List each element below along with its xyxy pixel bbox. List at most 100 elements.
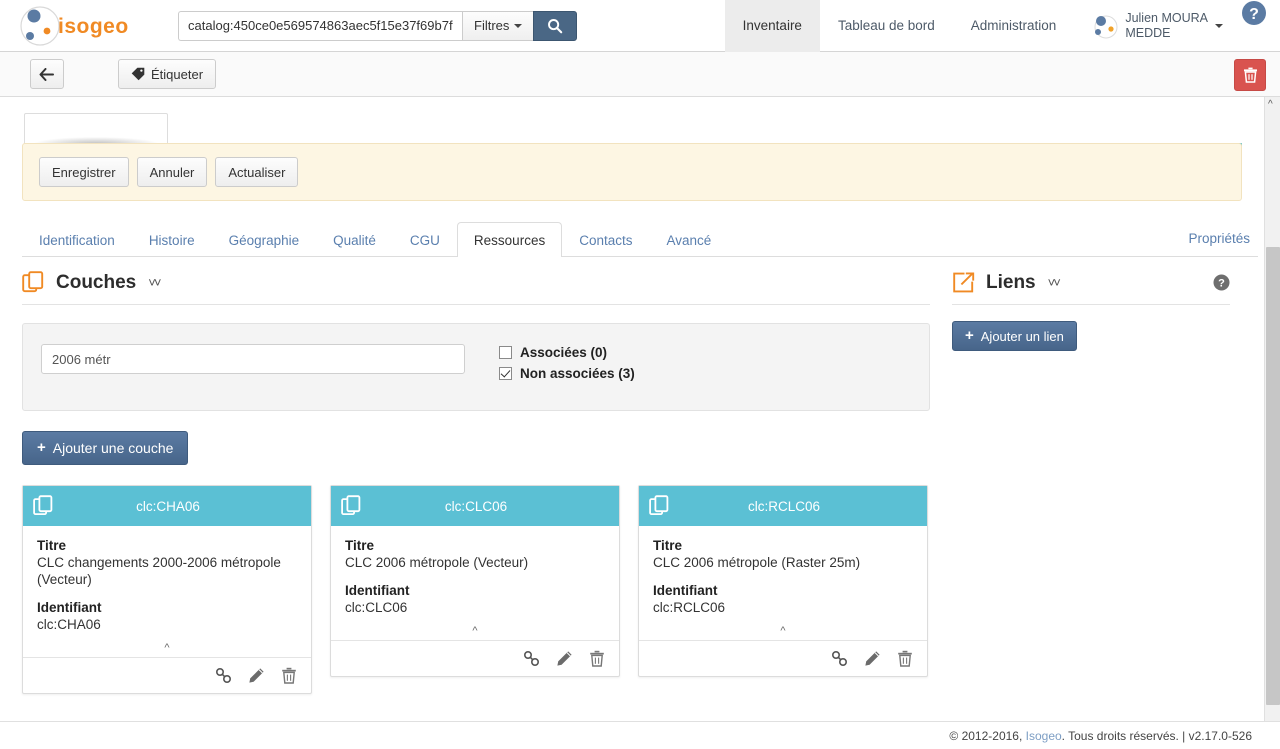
- chevron-down-icon: [514, 23, 523, 28]
- page-footer: © 2012-2016, Isogeo. Tous droits réservé…: [0, 721, 1280, 749]
- ressources-content: Couches ˅˅ Associées (0) Non associées (…: [0, 270, 1280, 694]
- footer-text: © 2012-2016, Isogeo. Tous droits réservé…: [949, 729, 1280, 743]
- add-link-label: Ajouter un lien: [980, 328, 1064, 344]
- cancel-button[interactable]: Annuler: [136, 157, 208, 187]
- action-bar: Étiqueter: [0, 52, 1280, 97]
- edit-pencil-icon[interactable]: [556, 650, 573, 667]
- svg-text:isogeo: isogeo: [58, 15, 129, 38]
- back-button[interactable]: [30, 59, 64, 89]
- couches-section-header: Couches ˅˅: [22, 270, 930, 305]
- layer-card[interactable]: clc:CLC06 Titre CLC 2006 métropole (Vect…: [330, 485, 620, 677]
- filters-button[interactable]: Filtres: [462, 10, 534, 41]
- layer-card-id-header: clc:RCLC06: [747, 498, 821, 514]
- tab-cgu[interactable]: CGU: [393, 222, 457, 257]
- search-group: Filtres: [178, 10, 578, 41]
- checkbox-non-associees[interactable]: Non associées (3): [499, 366, 635, 381]
- checkbox-non-associees-label: Non associées (3): [520, 366, 635, 381]
- help-icon[interactable]: ?: [1213, 274, 1230, 291]
- layer-card-actions: [331, 640, 619, 676]
- avatar: [1090, 11, 1119, 40]
- nav-item-administration[interactable]: Administration: [953, 0, 1075, 52]
- tab-identification[interactable]: Identification: [22, 222, 132, 257]
- layer-card-title-field: Titre CLC changements 2000-2006 métropol…: [37, 538, 297, 588]
- tag-icon: [131, 67, 145, 81]
- liens-title: Liens: [986, 271, 1036, 293]
- checkbox-non-associees-box[interactable]: [499, 367, 512, 380]
- footer-rights: . Tous droits réservés. | v2.17.0-526: [1061, 728, 1252, 743]
- footer-brand-link[interactable]: Isogeo: [1026, 729, 1062, 743]
- tab-qualite[interactable]: Qualité: [316, 222, 393, 257]
- layer-card-identifier-value: clc:CHA06: [37, 617, 101, 632]
- refresh-button[interactable]: Actualiser: [215, 157, 299, 187]
- scroll-up-arrow-icon[interactable]: ^: [1268, 99, 1273, 110]
- user-name: Julien MOURA MEDDE: [1125, 11, 1208, 41]
- tab-avance[interactable]: Avancé: [649, 222, 728, 257]
- help-icon[interactable]: ?: [1241, 0, 1267, 26]
- add-layer-label: Ajouter une couche: [52, 440, 174, 456]
- vertical-scrollbar-thumb[interactable]: [1266, 247, 1280, 705]
- trash-icon[interactable]: [281, 667, 297, 684]
- add-layer-button[interactable]: + Ajouter une couche: [22, 431, 189, 465]
- layer-card-collapse-toggle[interactable]: ^: [639, 618, 927, 640]
- checkbox-associees[interactable]: Associées (0): [499, 345, 635, 360]
- delete-metadata-button[interactable]: [1234, 59, 1266, 91]
- edit-pencil-icon[interactable]: [864, 650, 881, 667]
- layer-card[interactable]: clc:CHA06 Titre CLC changements 2000-200…: [22, 485, 312, 694]
- tab-cgu-label: CGU: [409, 233, 440, 248]
- etiqueter-button[interactable]: Étiqueter: [118, 59, 217, 89]
- search-input[interactable]: [178, 10, 462, 41]
- layer-card-collapse-toggle[interactable]: ^: [23, 635, 311, 657]
- isogeo-logo[interactable]: isogeo: [0, 0, 170, 52]
- edit-pencil-icon[interactable]: [248, 667, 265, 684]
- chevron-down-icon: [1215, 23, 1223, 28]
- trash-icon[interactable]: [589, 650, 605, 667]
- chevron-double-down-icon[interactable]: ˅˅: [148, 275, 161, 290]
- link-icon[interactable]: [215, 667, 232, 684]
- layer-card[interactable]: clc:RCLC06 Titre CLC 2006 métropole (Ras…: [638, 485, 928, 677]
- save-button-label: Enregistrer: [52, 164, 116, 180]
- proprietes-link[interactable]: Propriétés: [1172, 221, 1258, 256]
- link-icon[interactable]: [831, 650, 848, 667]
- add-link-button[interactable]: + Ajouter un lien: [952, 321, 1077, 351]
- checkbox-associees-box[interactable]: [499, 346, 512, 359]
- layers-icon: [33, 495, 53, 515]
- link-icon[interactable]: [523, 650, 540, 667]
- nav-item-tableau-de-bord[interactable]: Tableau de bord: [820, 0, 953, 52]
- vertical-scrollbar[interactable]: ^: [1264, 97, 1280, 749]
- tab-histoire-label: Histoire: [148, 233, 195, 248]
- nav-item-administration-label: Administration: [970, 18, 1057, 33]
- arrow-left-icon: [39, 67, 54, 81]
- tab-contacts[interactable]: Contacts: [562, 222, 649, 257]
- couches-filter-input[interactable]: [41, 344, 465, 374]
- field-label-identifiant: Identifiant: [653, 583, 718, 598]
- trash-icon[interactable]: [897, 650, 913, 667]
- plus-icon: +: [37, 438, 46, 456]
- user-menu[interactable]: Julien MOURA MEDDE: [1074, 0, 1229, 52]
- filters-button-label: Filtres: [474, 18, 510, 33]
- layer-card-id-header: clc:CHA06: [136, 498, 200, 514]
- layer-card-collapse-toggle[interactable]: ^: [331, 618, 619, 640]
- layer-card-identifier-value: clc:RCLC06: [653, 600, 726, 615]
- tab-histoire[interactable]: Histoire: [132, 222, 212, 257]
- save-button[interactable]: Enregistrer: [39, 157, 129, 187]
- layers-icon: [22, 270, 44, 292]
- layer-card-body: Titre CLC 2006 métropole (Raster 25m) Id…: [639, 526, 927, 618]
- trash-icon: [1243, 67, 1257, 83]
- top-bar: isogeo Filtres Inventaire Tableau de bor…: [0, 0, 1280, 52]
- tab-geographie-label: Géographie: [228, 233, 300, 248]
- field-label-identifiant: Identifiant: [37, 600, 102, 615]
- tab-ressources[interactable]: Ressources: [456, 222, 563, 257]
- field-label-titre: Titre: [37, 538, 67, 553]
- tab-qualite-label: Qualité: [333, 233, 376, 248]
- nav-item-tableau-de-bord-label: Tableau de bord: [837, 18, 935, 33]
- tab-geographie[interactable]: Géographie: [212, 222, 317, 257]
- checkbox-associees-label: Associées (0): [520, 345, 608, 360]
- layer-card-identifier-field: Identifiant clc:CLC06: [345, 583, 605, 616]
- isogeo-logo-icon: isogeo: [20, 5, 129, 46]
- nav-item-inventaire[interactable]: Inventaire: [724, 0, 820, 52]
- chevron-double-down-icon[interactable]: ˅˅: [1048, 275, 1061, 290]
- layer-card-header: clc:CLC06: [331, 486, 619, 526]
- search-button[interactable]: [533, 10, 578, 41]
- couches-filter-panel: Associées (0) Non associées (3): [22, 323, 930, 411]
- field-label-titre: Titre: [653, 538, 683, 553]
